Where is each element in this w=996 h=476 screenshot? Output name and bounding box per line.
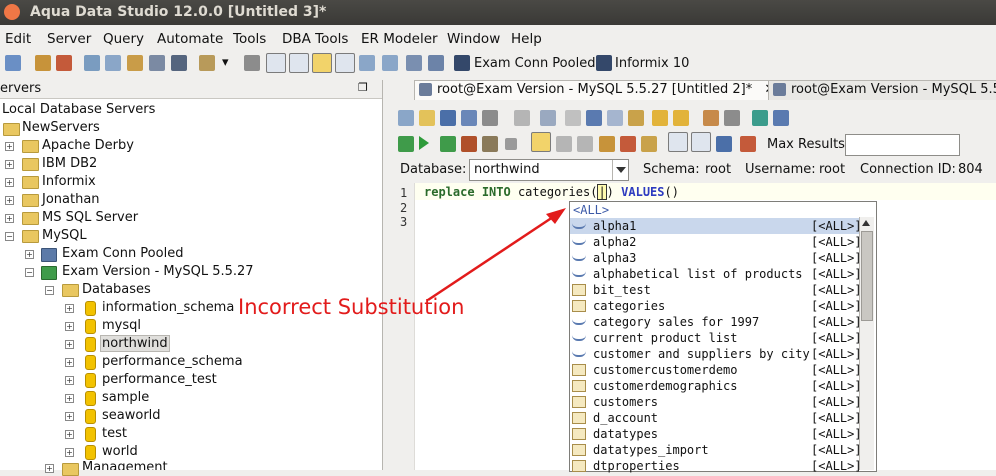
annotation-arrow: [427, 208, 566, 302]
